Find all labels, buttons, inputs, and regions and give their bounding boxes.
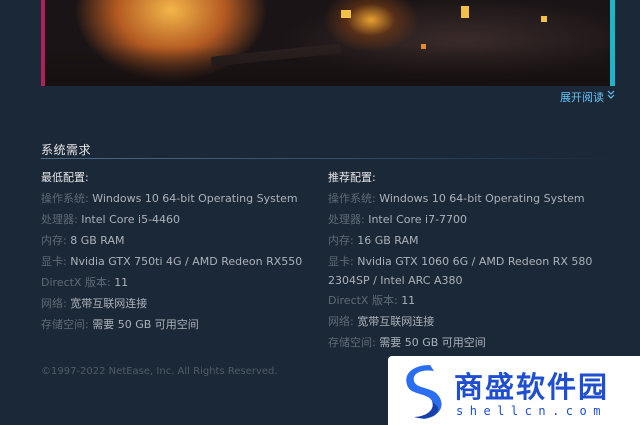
expand-read-label: 展开阅读 bbox=[560, 91, 604, 104]
req-label: 处理器: bbox=[41, 213, 78, 226]
req-value: 宽带互联网连接 bbox=[357, 315, 435, 328]
banner-light bbox=[541, 16, 547, 22]
req-label: 显卡: bbox=[328, 255, 354, 268]
req-label: 显卡: bbox=[41, 255, 67, 268]
req-value: 宽带互联网连接 bbox=[70, 297, 148, 310]
req-value: Intel Core i7-7700 bbox=[368, 213, 468, 226]
req-label: 存储空间: bbox=[41, 318, 89, 331]
watermark-subtext: shellcn.com bbox=[456, 404, 607, 418]
req-value: Nvidia GTX 1060 6G / AMD Redeon RX 580 2… bbox=[328, 255, 593, 287]
req-row-os: 操作系统: Windows 10 64-bit Operating System bbox=[41, 189, 321, 209]
banner-light bbox=[461, 6, 469, 18]
req-row-gpu: 显卡: Nvidia GTX 750ti 4G / AMD Redeon RX5… bbox=[41, 252, 321, 272]
req-row-cpu: 处理器: Intel Core i5-4460 bbox=[41, 210, 321, 230]
req-row-memory: 内存: 8 GB RAM bbox=[41, 231, 321, 251]
copyright-text: ©1997-2022 NetEase, Inc. All Rights Rese… bbox=[41, 366, 278, 377]
req-label: 操作系统: bbox=[328, 192, 376, 205]
req-label: 网络: bbox=[41, 297, 67, 310]
req-value: 需要 50 GB 可用空间 bbox=[92, 318, 199, 331]
req-value: Intel Core i5-4460 bbox=[81, 213, 181, 226]
req-label: 存储空间: bbox=[328, 336, 376, 349]
req-value: Windows 10 64-bit Operating System bbox=[379, 192, 585, 205]
req-value: 11 bbox=[114, 276, 129, 289]
req-label: 内存: bbox=[328, 234, 354, 247]
banner-light bbox=[341, 10, 351, 18]
req-row-directx: DirectX 版本: 11 bbox=[328, 291, 618, 311]
req-value: 需要 50 GB 可用空间 bbox=[379, 336, 486, 349]
req-row-gpu: 显卡: Nvidia GTX 1060 6G / AMD Redeon RX 5… bbox=[328, 252, 618, 290]
req-label: DirectX 版本: bbox=[328, 294, 398, 307]
req-row-storage: 存储空间: 需要 50 GB 可用空间 bbox=[41, 315, 321, 335]
req-label: 处理器: bbox=[328, 213, 365, 226]
req-value: Windows 10 64-bit Operating System bbox=[92, 192, 298, 205]
section-divider bbox=[41, 158, 615, 159]
game-screenshot-banner[interactable] bbox=[41, 0, 615, 86]
banner-left-edge bbox=[41, 0, 45, 86]
req-row-cpu: 处理器: Intel Core i7-7700 bbox=[328, 210, 618, 230]
req-row-directx: DirectX 版本: 11 bbox=[41, 273, 321, 293]
req-value: Nvidia GTX 750ti 4G / AMD Redeon RX550 bbox=[70, 255, 303, 268]
site-watermark: 商盛软件园 shellcn.com bbox=[388, 356, 640, 425]
minimum-heading: 最低配置: bbox=[41, 171, 89, 184]
req-row-network: 网络: 宽带互联网连接 bbox=[41, 294, 321, 314]
req-label: 网络: bbox=[328, 315, 354, 328]
req-row-os: 操作系统: Windows 10 64-bit Operating System bbox=[328, 189, 618, 209]
expand-read-link[interactable]: 展开阅读 bbox=[560, 89, 615, 105]
minimum-requirements: 最低配置: 操作系统: Windows 10 64-bit Operating … bbox=[41, 170, 321, 336]
req-row-network: 网络: 宽带互联网连接 bbox=[328, 312, 618, 332]
req-row-storage: 存储空间: 需要 50 GB 可用空间 bbox=[328, 333, 618, 353]
watermark-logo-icon bbox=[406, 365, 442, 419]
system-requirements-title: 系统需求 bbox=[41, 143, 92, 157]
watermark-text: 商盛软件园 bbox=[454, 370, 610, 404]
req-label: 操作系统: bbox=[41, 192, 89, 205]
banner-right-edge bbox=[610, 0, 615, 86]
req-label: 内存: bbox=[41, 234, 67, 247]
recommended-heading: 推荐配置: bbox=[328, 171, 376, 184]
req-value: 8 GB RAM bbox=[70, 234, 125, 247]
req-value: 16 GB RAM bbox=[357, 234, 419, 247]
req-label: DirectX 版本: bbox=[41, 276, 111, 289]
banner-shade bbox=[41, 46, 615, 86]
req-value: 11 bbox=[401, 294, 416, 307]
req-row-memory: 内存: 16 GB RAM bbox=[328, 231, 618, 251]
chevron-down-double-icon bbox=[607, 90, 615, 104]
recommended-requirements: 推荐配置: 操作系统: Windows 10 64-bit Operating … bbox=[328, 170, 618, 354]
